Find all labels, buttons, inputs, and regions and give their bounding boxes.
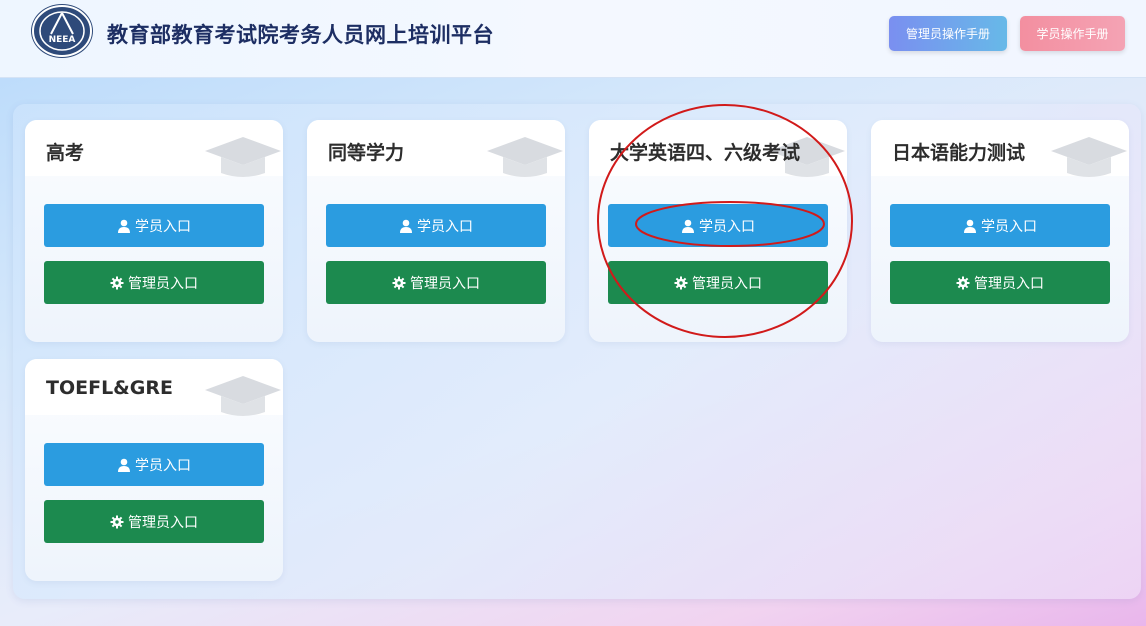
admin-entry-label: 管理员入口 — [692, 275, 762, 292]
admin-entry-button[interactable]: 管理员入口 — [44, 261, 264, 304]
card-title: 高考 — [46, 142, 85, 164]
admin-entry-button[interactable]: 管理员入口 — [890, 261, 1110, 304]
user-icon — [117, 219, 131, 233]
admin-entry-button[interactable]: 管理员入口 — [326, 261, 546, 304]
admin-manual-button[interactable]: 管理员操作手册 — [889, 16, 1007, 51]
student-entry-label: 学员入口 — [135, 218, 191, 235]
neea-logo: NEEA — [31, 4, 93, 58]
exam-card-toefl-gre: TOEFL&GRE 学员入口 管理员入口 — [25, 359, 283, 581]
admin-entry-label: 管理员入口 — [974, 275, 1044, 292]
student-entry-label: 学员入口 — [135, 457, 191, 474]
student-entry-button[interactable]: 学员入口 — [326, 204, 546, 247]
exam-card-gaokao: 高考 学员入口 管理员入口 — [25, 120, 283, 342]
student-entry-label: 学员入口 — [981, 218, 1037, 235]
student-entry-label: 学员入口 — [417, 218, 473, 235]
card-title: 大学英语四、六级考试 — [610, 142, 801, 164]
admin-entry-button[interactable]: 管理员入口 — [608, 261, 828, 304]
gear-icon — [956, 276, 970, 290]
user-icon — [681, 219, 695, 233]
card-title: 同等学力 — [328, 142, 405, 164]
exam-card-jlpt: 日本语能力测试 学员入口 管理员入口 — [871, 120, 1129, 342]
card-title: 日本语能力测试 — [892, 142, 1026, 164]
gear-icon — [392, 276, 406, 290]
gear-icon — [110, 276, 124, 290]
admin-entry-label: 管理员入口 — [410, 275, 480, 292]
gear-icon — [110, 515, 124, 529]
user-icon — [963, 219, 977, 233]
graduation-cap-icon — [205, 137, 281, 177]
user-icon — [399, 219, 413, 233]
admin-entry-button[interactable]: 管理员入口 — [44, 500, 264, 543]
header-bar: NEEA 教育部教育考试院考务人员网上培训平台 管理员操作手册 学员操作手册 — [0, 0, 1146, 78]
graduation-cap-icon — [205, 376, 281, 416]
student-entry-button[interactable]: 学员入口 — [890, 204, 1110, 247]
student-entry-button[interactable]: 学员入口 — [44, 204, 264, 247]
admin-entry-label: 管理员入口 — [128, 275, 198, 292]
student-entry-button[interactable]: 学员入口 — [44, 443, 264, 486]
student-entry-label: 学员入口 — [699, 218, 755, 235]
exam-card-tongdeng: 同等学力 学员入口 管理员入口 — [307, 120, 565, 342]
logo-text: NEEA — [49, 35, 76, 45]
user-icon — [117, 458, 131, 472]
admin-entry-label: 管理员入口 — [128, 514, 198, 531]
graduation-cap-icon — [1051, 137, 1127, 177]
student-entry-button[interactable]: 学员入口 — [608, 204, 828, 247]
exam-card-cet: 大学英语四、六级考试 学员入口 管理员入口 — [589, 120, 847, 342]
site-title: 教育部教育考试院考务人员网上培训平台 — [107, 23, 494, 47]
graduation-cap-icon — [487, 137, 563, 177]
gear-icon — [674, 276, 688, 290]
card-title: TOEFL&GRE — [46, 377, 173, 399]
student-manual-button[interactable]: 学员操作手册 — [1020, 16, 1125, 51]
